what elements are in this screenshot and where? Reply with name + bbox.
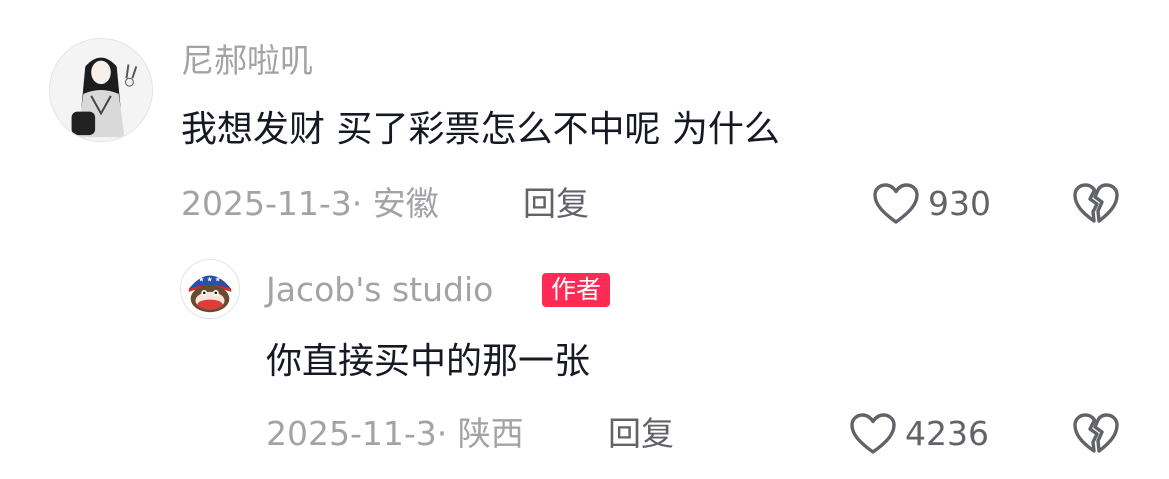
reply-like-count: 4236 — [905, 414, 989, 453]
svg-text:★ ★ ★: ★ ★ ★ — [198, 275, 220, 283]
reply-username[interactable]: Jacob's studio — [266, 270, 493, 310]
comment-reply-button[interactable]: 回复 — [523, 184, 589, 224]
reply-avatar[interactable]: ★ ★ ★ — [180, 259, 240, 319]
reply-date-location: 2025-11-3· 陕西 — [266, 414, 524, 453]
author-badge: 作者 — [542, 273, 611, 307]
girl-avatar-image — [50, 39, 152, 141]
heart-outline-icon — [873, 183, 919, 224]
reply-reply-button[interactable]: 回复 — [608, 414, 674, 454]
comment-username[interactable]: 尼郝啦叽 — [181, 41, 313, 81]
comment-like-count: 930 — [928, 184, 991, 223]
monkey-avatar-image: ★ ★ ★ — [181, 260, 239, 318]
reply-text: 你直接买中的那一张 — [266, 341, 591, 382]
reply-like-button[interactable]: 4236 — [849, 412, 989, 456]
heart-outline-icon — [850, 413, 896, 454]
comment-like-button[interactable]: 930 — [872, 182, 991, 226]
broken-heart-icon — [1073, 413, 1119, 453]
broken-heart-icon — [1073, 183, 1119, 223]
comment-avatar[interactable] — [49, 38, 153, 142]
comment-dislike-button[interactable] — [1072, 182, 1120, 226]
comment-date-location: 2025-11-3· 安徽 — [181, 184, 439, 223]
comment-text: 我想发财 买了彩票怎么不中呢 为什么 — [181, 109, 780, 150]
reply-dislike-button[interactable] — [1072, 412, 1120, 456]
